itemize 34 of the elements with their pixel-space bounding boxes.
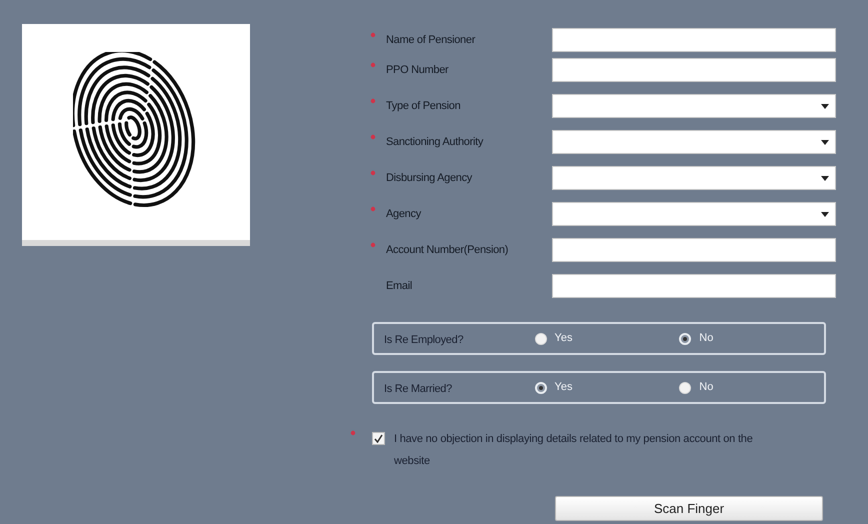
field-label: Account Number(Pension) (386, 242, 510, 258)
input-field[interactable] (552, 58, 836, 82)
checkbox[interactable] (372, 432, 385, 445)
field-label: Disbursing Agency (386, 170, 474, 186)
group-label: Is Re Married? (384, 382, 453, 398)
caret-icon (821, 212, 829, 216)
caret-icon (821, 140, 829, 144)
option-label: Yes (554, 331, 572, 346)
field-label: Name of Pensioner (386, 32, 476, 48)
input-field[interactable] (552, 274, 836, 298)
scan-finger-button[interactable]: Scan Finger (555, 496, 823, 521)
dropdown-field[interactable] (552, 94, 836, 118)
field-label: Type of Pension (386, 98, 462, 114)
radio-button[interactable] (679, 382, 692, 394)
radio-button[interactable] (534, 382, 547, 394)
radio-button[interactable] (534, 332, 547, 344)
field-label: Sanctioning Authority (386, 134, 484, 150)
check-icon (374, 434, 383, 443)
group-label: Is Re Employed? (384, 333, 464, 348)
consent-text: I have no objection in displaying details related to my pension account on the website (394, 432, 754, 469)
option-label: No (699, 331, 714, 346)
dropdown-field[interactable] (552, 166, 836, 190)
radio-button[interactable] (679, 332, 692, 344)
option-label: Yes (554, 380, 572, 396)
input-field[interactable] (552, 28, 836, 52)
dropdown-field[interactable] (552, 202, 836, 226)
field-label: Email (386, 278, 414, 294)
option-label: No (699, 380, 714, 396)
field-label: PPO Number (386, 62, 450, 78)
caret-icon (821, 104, 829, 108)
field-label: Agency (386, 206, 422, 222)
dropdown-field[interactable] (552, 130, 836, 154)
input-field[interactable] (552, 238, 836, 262)
caret-icon (821, 176, 829, 180)
